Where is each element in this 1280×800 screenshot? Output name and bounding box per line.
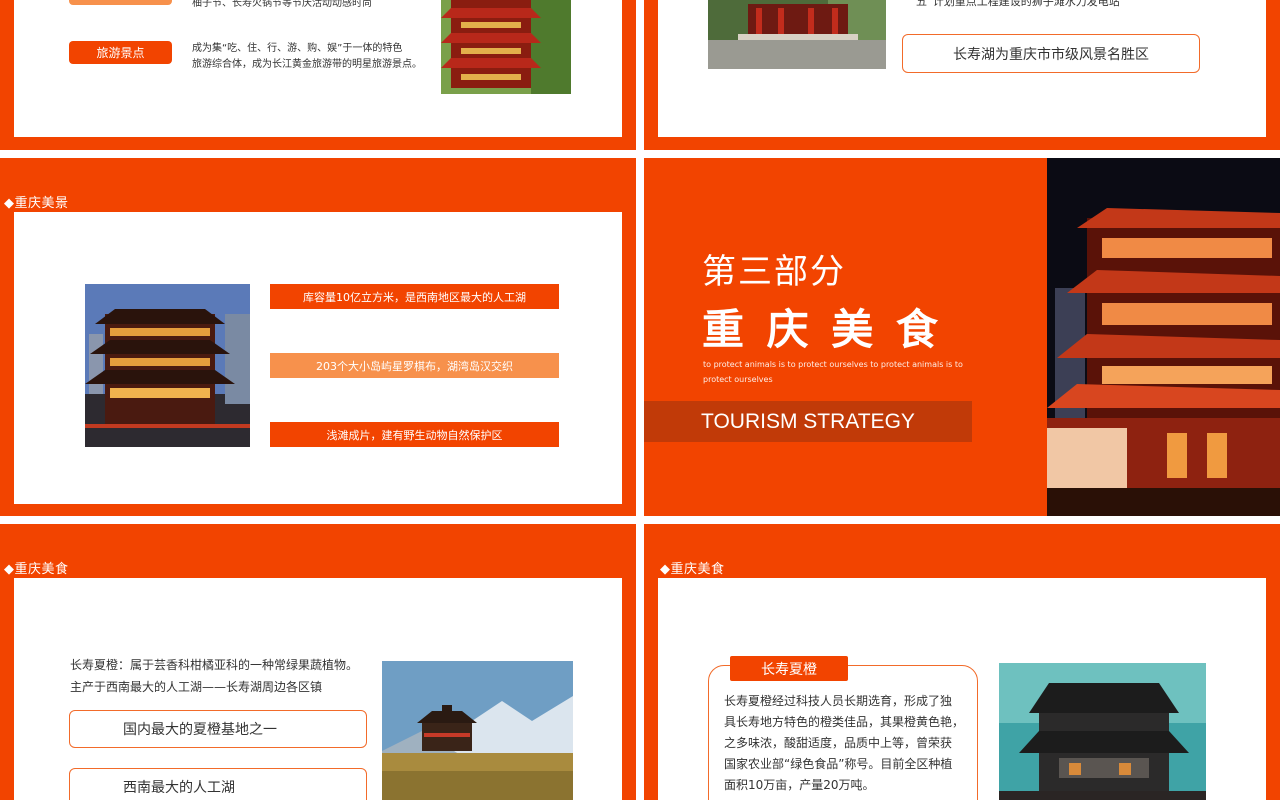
largest-lake-box: 西南最大的人工湖 xyxy=(69,768,367,800)
slide-5-desc-line-1: 长寿夏橙：属于芸香科柑橘亚科的一种常绿果蔬植物。 xyxy=(70,658,359,672)
chinese-building-photo xyxy=(999,663,1206,800)
slide-6[interactable]: ◆重庆美食 长寿夏橙 长寿夏橙经过科技人员长期选育，形成了独 具长寿地方特色的橙… xyxy=(644,524,1280,800)
body-line-2: 具长寿地方特色的橙类佳品，其果橙黄色艳， xyxy=(724,715,965,729)
orange-base-box: 国内最大的夏橙基地之一 xyxy=(69,710,367,748)
slide-5-content: 长寿夏橙：属于芸香科柑橘亚科的一种常绿果蔬植物。 主产于西南最大的人工湖——长寿… xyxy=(14,578,622,800)
largest-lake-label: 西南最大的人工湖 xyxy=(123,780,235,796)
scenic-area-label: 长寿湖为重庆市市级风景名胜区 xyxy=(953,46,1149,63)
body-line-4: 国家农业部“绿色食品”称号。目前全区种植 xyxy=(724,757,953,771)
slide-3-content: 库容量10亿立方米，是西南地区最大的人工湖 203个大小岛屿星罗棋布，湖湾岛汉交… xyxy=(14,212,622,504)
slide-1-top-text: 柚子节、长寿火锅节等节庆活动动感时尚 xyxy=(192,0,372,9)
slide-4[interactable]: 第三部分 重 庆 美 食 to protect animals is to pr… xyxy=(644,158,1280,516)
slide-2-content: 五”计划重点工程建设的狮子滩水力发电站 长寿湖为重庆市市级风景名胜区 xyxy=(658,0,1266,137)
scenic-area-box: 长寿湖为重庆市市级风景名胜区 xyxy=(902,34,1200,73)
slide-6-section-title: ◆重庆美食 xyxy=(660,562,725,577)
pavilion-photo xyxy=(708,0,886,69)
section-title: 重 庆 美 食 xyxy=(702,305,942,354)
slide-6-content: 长寿夏橙 长寿夏橙经过科技人员长期选育，形成了独 具长寿地方特色的橙类佳品，其果… xyxy=(658,578,1266,800)
slide-1-desc-line-2: 旅游综合体，成为长江黄金旅游带的明星旅游景点。 xyxy=(192,59,422,70)
slide-2[interactable]: 五”计划重点工程建设的狮子滩水力发电站 长寿湖为重庆市市级风景名胜区 xyxy=(644,0,1280,150)
night-temple-photo xyxy=(1047,158,1280,516)
slide-1-content: 柚子节、长寿火锅节等节庆活动动感时尚 旅游景点 成为集“吃、住、行、游、购、娱”… xyxy=(14,0,622,137)
slide-1-tourist-spot-pill: 旅游景点 xyxy=(69,41,172,64)
body-line-1: 长寿夏橙经过科技人员长期选育，形成了独 xyxy=(724,694,953,708)
summer-orange-tag: 长寿夏橙 xyxy=(730,656,848,681)
slide-3-bar-2: 203个大小岛屿星罗棋布，湖湾岛汉交织 xyxy=(270,353,559,378)
mountain-monastery-photo xyxy=(382,661,573,800)
slide-3-bar-3: 浅滩成片，建有野生动物自然保护区 xyxy=(270,422,559,447)
temple-photo xyxy=(441,0,571,94)
buddha-tooth-temple-photo xyxy=(85,284,250,447)
slide-5[interactable]: ◆重庆美食 长寿夏橙：属于芸香科柑橘亚科的一种常绿果蔬植物。 主产于西南最大的人… xyxy=(0,524,636,800)
slide-3-bar-1: 库容量10亿立方米，是西南地区最大的人工湖 xyxy=(270,284,559,309)
tourism-strategy-label: TOURISM STRATEGY xyxy=(701,409,915,433)
summer-orange-body: 长寿夏橙经过科技人员长期选育，形成了独 具长寿地方特色的橙类佳品，其果橙黄色艳，… xyxy=(724,691,974,796)
tagline-line-1: to protect animals is to protect ourselv… xyxy=(703,360,963,369)
body-line-3: 之多味浓，酸甜适度，品质中上等，曾荣获 xyxy=(724,736,953,750)
orange-base-label: 国内最大的夏橙基地之一 xyxy=(123,722,277,738)
section-part-label: 第三部分 xyxy=(702,252,846,292)
slide-1-top-pill xyxy=(69,0,172,5)
body-line-5: 面积10万亩，产量20万吨。 xyxy=(724,778,875,792)
slide-1[interactable]: 柚子节、长寿火锅节等节庆活动动感时尚 旅游景点 成为集“吃、住、行、游、购、娱”… xyxy=(0,0,636,150)
tagline-line-2: protect ourselves xyxy=(703,375,773,384)
slide-1-desc-line-1: 成为集“吃、住、行、游、购、娱”于一体的特色 xyxy=(192,43,403,54)
slide-5-desc-line-2: 主产于西南最大的人工湖——长寿湖周边各区镇 xyxy=(70,680,323,694)
slide-3-section-title: ◆重庆美景 xyxy=(4,196,69,211)
slide-3[interactable]: ◆重庆美景 库容量10亿立方米，是西南地区最大的人工湖 203个大小岛屿星罗棋布… xyxy=(0,158,636,516)
tourism-strategy-banner: TOURISM STRATEGY xyxy=(644,401,972,442)
slide-2-top-text: 五”计划重点工程建设的狮子滩水力发电站 xyxy=(916,0,1120,8)
slide-5-section-title: ◆重庆美食 xyxy=(4,562,69,577)
